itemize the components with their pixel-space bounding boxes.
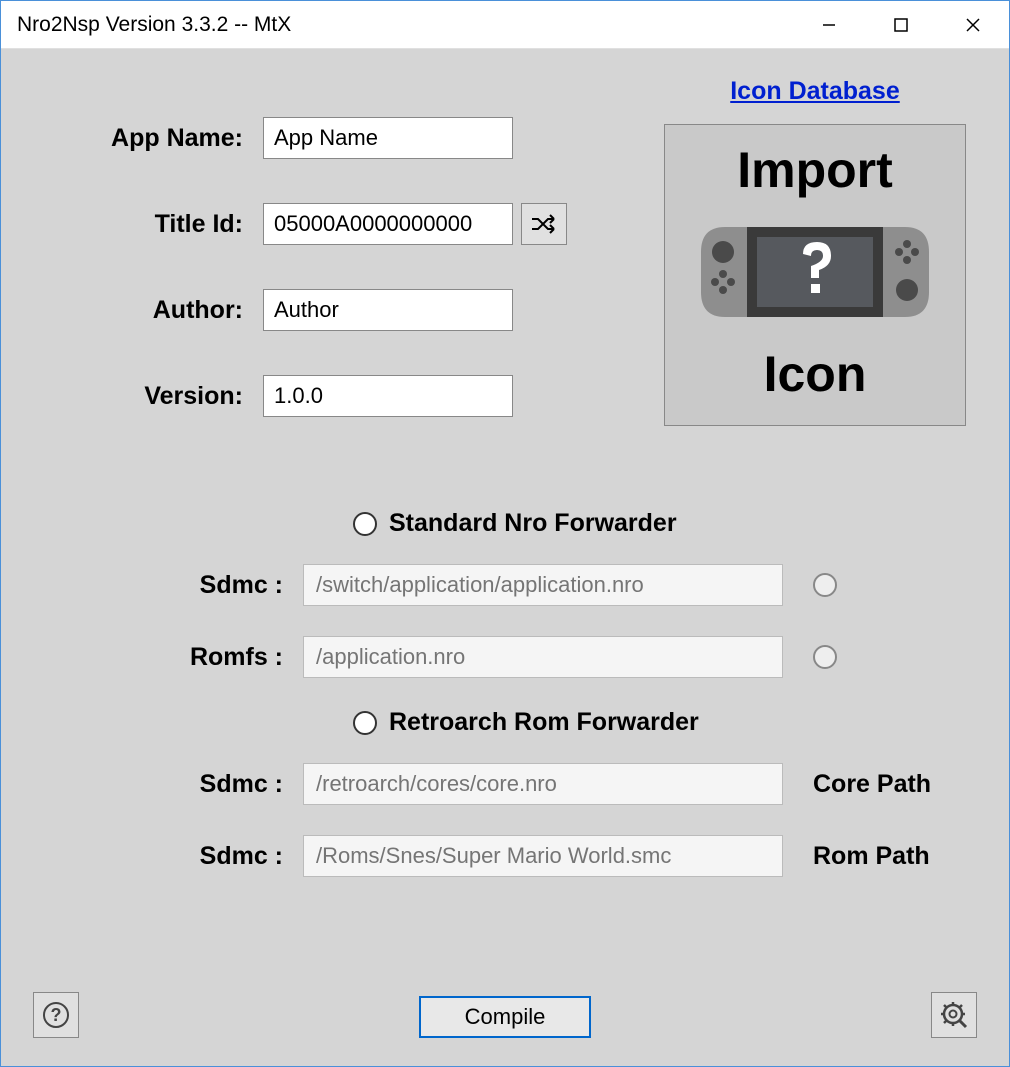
standard-forwarder-radio[interactable] (353, 512, 377, 536)
version-row: Version: (33, 375, 633, 417)
import-icon-top-text: Import (737, 141, 893, 199)
help-icon: ? (41, 1000, 71, 1030)
retroarch-core-input[interactable] (303, 763, 783, 805)
title-id-row: Title Id: (33, 203, 633, 245)
version-input[interactable] (263, 375, 513, 417)
svg-text:?: ? (51, 1005, 62, 1025)
author-input[interactable] (263, 289, 513, 331)
title-id-input[interactable] (263, 203, 513, 245)
standard-sdmc-input[interactable] (303, 564, 783, 606)
core-path-label: Core Path (813, 770, 931, 799)
standard-sdmc-label: Sdmc : (153, 571, 303, 600)
switch-console-icon (685, 212, 945, 332)
help-button[interactable]: ? (33, 992, 79, 1038)
retroarch-forwarder-radio-row: Retroarch Rom Forwarder (353, 708, 977, 737)
retroarch-rom-label: Sdmc : (153, 842, 303, 871)
app-name-row: App Name: (33, 117, 633, 159)
window-title: Nro2Nsp Version 3.3.2 -- MtX (17, 13, 793, 37)
maximize-button[interactable] (865, 1, 937, 48)
standard-romfs-input[interactable] (303, 636, 783, 678)
standard-sdmc-row: Sdmc : (153, 564, 977, 606)
version-label: Version: (33, 382, 263, 411)
client-area: App Name: Title Id: Author: (1, 49, 1009, 1066)
standard-forwarder-label: Standard Nro Forwarder (389, 509, 677, 538)
close-button[interactable] (937, 1, 1009, 48)
gear-icon (939, 1000, 969, 1030)
standard-romfs-row: Romfs : (153, 636, 977, 678)
author-label: Author: (33, 296, 263, 325)
forwarder-section: Standard Nro Forwarder Sdmc : Romfs : Re… (33, 509, 977, 877)
maximize-icon (893, 17, 909, 33)
standard-forwarder-radio-row: Standard Nro Forwarder (353, 509, 977, 538)
retroarch-rom-row: Sdmc : Rom Path (153, 835, 977, 877)
window-controls (793, 1, 1009, 48)
retroarch-core-label: Sdmc : (153, 770, 303, 799)
minimize-button[interactable] (793, 1, 865, 48)
app-name-label: App Name: (33, 124, 263, 153)
app-name-input[interactable] (263, 117, 513, 159)
rom-path-label: Rom Path (813, 842, 930, 871)
import-icon-button[interactable]: Import (664, 124, 966, 426)
standard-romfs-label: Romfs : (153, 643, 303, 672)
standard-sdmc-radio[interactable] (813, 573, 837, 597)
compile-button[interactable]: Compile (419, 996, 591, 1038)
top-row: App Name: Title Id: Author: (33, 77, 977, 461)
title-id-label: Title Id: (33, 210, 263, 239)
close-icon (965, 17, 981, 33)
import-icon-bottom-text: Icon (764, 345, 867, 403)
icon-database-link[interactable]: Icon Database (730, 77, 900, 106)
retroarch-rom-input[interactable] (303, 835, 783, 877)
retroarch-core-row: Sdmc : Core Path (153, 763, 977, 805)
author-row: Author: (33, 289, 633, 331)
icon-column: Icon Database Import (633, 77, 977, 426)
fields-column: App Name: Title Id: Author: (33, 77, 633, 461)
randomize-title-id-button[interactable] (521, 203, 567, 245)
settings-button[interactable] (931, 992, 977, 1038)
app-window: Nro2Nsp Version 3.3.2 -- MtX App Name: (0, 0, 1010, 1067)
retroarch-forwarder-radio[interactable] (353, 711, 377, 735)
minimize-icon (821, 17, 837, 33)
retroarch-forwarder-label: Retroarch Rom Forwarder (389, 708, 699, 737)
bottom-bar: ? Compile (33, 996, 977, 1038)
shuffle-icon (528, 211, 560, 237)
titlebar: Nro2Nsp Version 3.3.2 -- MtX (1, 1, 1009, 49)
standard-romfs-radio[interactable] (813, 645, 837, 669)
